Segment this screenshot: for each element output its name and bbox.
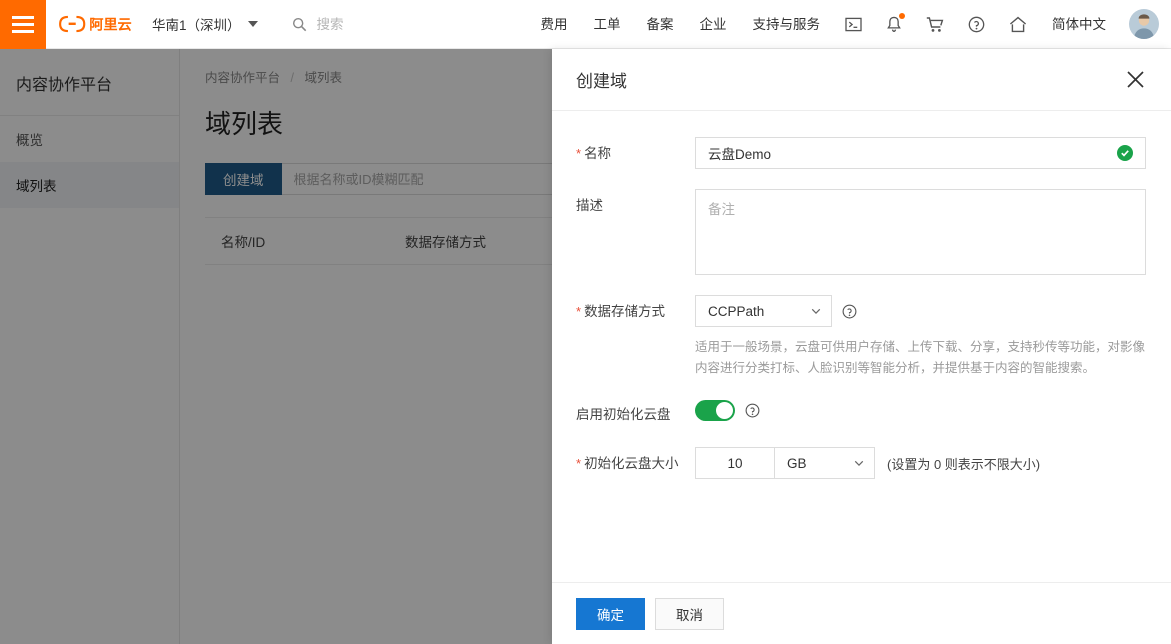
question-circle-icon[interactable] (745, 403, 760, 418)
required-marker: * (576, 304, 582, 319)
init-size-hint: (设置为 0 则表示不限大小) (887, 456, 1041, 472)
nav-link-enterprise[interactable]: 企业 (687, 0, 740, 49)
required-marker: * (576, 456, 582, 472)
bell-icon[interactable] (874, 0, 914, 49)
terminal-icon[interactable] (833, 0, 874, 49)
chevron-down-icon (854, 461, 864, 467)
drawer-header: 创建域 (552, 49, 1171, 111)
form-label-description: 描述 (576, 198, 603, 213)
init-size-unit-select[interactable]: GB (775, 447, 875, 480)
storage-type-value: CCPPath (708, 303, 765, 319)
language-selector[interactable]: 简体中文 (1039, 0, 1119, 49)
form-row-name: * 名称 (576, 137, 1147, 169)
nav-link-icp[interactable]: 备案 (634, 0, 687, 49)
region-label: 华南1（深圳） (152, 18, 241, 33)
user-avatar[interactable] (1129, 9, 1159, 39)
chevron-down-icon (811, 308, 821, 315)
drawer-footer: 确定 取消 (552, 582, 1171, 644)
description-textarea[interactable] (708, 198, 1133, 266)
home-icon[interactable] (997, 0, 1039, 49)
top-navigation-bar: 阿里云 华南1（深圳） 费用 工单 备案 企业 支持与服务 (0, 0, 1171, 49)
cart-icon[interactable] (914, 0, 956, 49)
name-input[interactable] (708, 145, 1117, 161)
nav-link-support[interactable]: 支持与服务 (740, 0, 834, 49)
form-row-init-drive: 启用初始化云盘 (576, 398, 1147, 425)
global-search[interactable] (292, 16, 527, 32)
init-drive-toggle[interactable] (695, 400, 735, 422)
question-circle-icon[interactable] (842, 304, 857, 319)
init-size-input[interactable] (696, 455, 774, 471)
storage-type-help-text: 适用于一般场景，云盘可供用户存储、上传下载、分享，支持秒传等功能，对影像内容进行… (695, 340, 1146, 375)
toggle-knob (716, 402, 733, 420)
drawer-title: 创建域 (576, 72, 627, 91)
init-size-unit-value: GB (787, 455, 807, 471)
chevron-down-icon (247, 21, 258, 27)
modal-overlay[interactable] (0, 49, 552, 644)
close-icon[interactable] (1123, 68, 1147, 92)
form-label-init-size: * 初始化云盘大小 (576, 456, 679, 472)
cancel-button[interactable]: 取消 (655, 597, 724, 630)
svg-text:阿里云: 阿里云 (89, 18, 132, 34)
region-selector[interactable]: 华南1（深圳） (152, 14, 258, 34)
form-row-description: 描述 (576, 189, 1147, 275)
description-textarea-wrapper[interactable] (695, 189, 1146, 275)
drawer-body: *名称 描述 (552, 111, 1171, 582)
form-label-name: * 名称 (576, 146, 612, 161)
init-size-input-wrapper[interactable] (695, 447, 775, 480)
notification-dot (899, 12, 905, 19)
alibaba-cloud-logo[interactable]: 阿里云 (58, 10, 136, 38)
storage-type-select[interactable]: CCPPath (695, 295, 832, 327)
global-search-input[interactable] (316, 16, 527, 32)
hamburger-menu-icon[interactable] (0, 0, 46, 49)
confirm-button[interactable]: 确定 (576, 597, 645, 630)
form-label-storage-type: * 数据存储方式 (576, 304, 666, 319)
top-nav-right-group: 费用 工单 备案 企业 支持与服务 简体中文 (528, 0, 1171, 48)
search-icon (292, 17, 306, 31)
form-row-storage-type: * 数据存储方式 CCPPath 适用于一般场景，云盘可供用户存储、上传下载、分… (576, 295, 1147, 378)
name-input-wrapper[interactable] (695, 137, 1146, 169)
check-circle-icon (1117, 145, 1133, 161)
nav-link-tickets[interactable]: 工单 (581, 0, 634, 49)
create-domain-drawer: 创建域 * 名称 云盘Demo 描述 备注 * 数据存储方式 CCPPath 适… (552, 49, 1171, 644)
help-icon[interactable] (956, 0, 997, 49)
form-label-init-drive: 启用初始化云盘 (576, 407, 671, 423)
nav-link-fees[interactable]: 费用 (528, 0, 581, 49)
required-marker: * (576, 146, 582, 161)
form-row-init-size: *初始化云盘大小 GB (设置为 0 则表示不限大小) (576, 447, 1147, 480)
